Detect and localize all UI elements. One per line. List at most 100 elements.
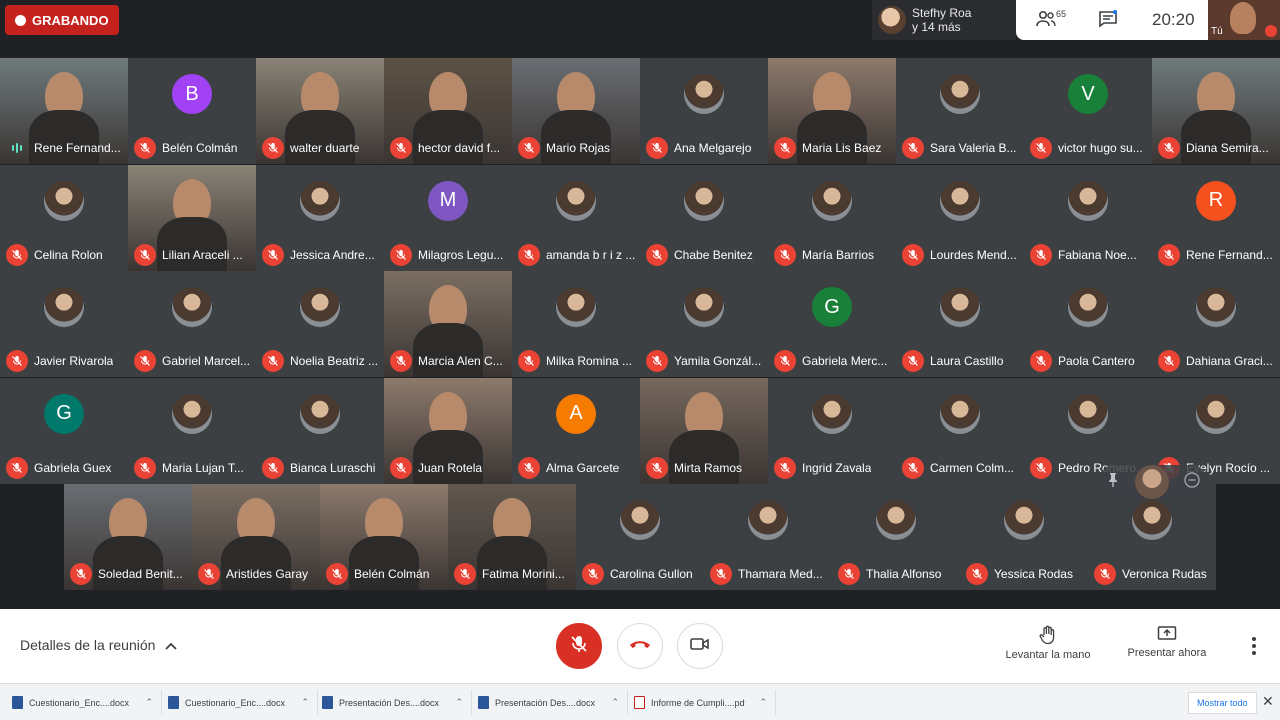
chevron-up-icon — [165, 637, 178, 653]
participant-tile[interactable]: G Gabriela Merc... — [768, 271, 896, 377]
mic-off-icon — [262, 350, 284, 372]
more-options-icon[interactable] — [1252, 637, 1258, 658]
participant-tile[interactable]: Fatima Morini... — [448, 484, 576, 590]
mic-toggle-button[interactable] — [556, 623, 602, 669]
participant-tile[interactable]: Rene Fernand... — [0, 58, 128, 164]
participant-name-row: Marcia Alen C... — [390, 350, 508, 372]
active-speakers-chip[interactable]: Stefhy Roa y 14 más — [872, 0, 1016, 40]
chevron-up-icon[interactable]: ⌃ — [759, 697, 767, 708]
mic-off-icon — [454, 563, 476, 585]
participant-tile[interactable]: Dahiana Graci... — [1152, 271, 1280, 377]
chat-icon[interactable] — [1098, 10, 1118, 33]
participant-tile[interactable]: Carolina Gullon — [576, 484, 704, 590]
participant-tile[interactable]: Maria Lis Baez — [768, 58, 896, 164]
top-bar: GRABANDO Stefhy Roa y 14 más 65 20:20 Tú — [0, 0, 1280, 58]
participant-tile[interactable]: Soledad Benit... — [64, 484, 192, 590]
participant-tile[interactable]: amanda b r i z ... — [512, 164, 640, 271]
avatar — [684, 180, 724, 221]
download-item[interactable]: Presentación Des....docx ⌃ — [478, 690, 628, 715]
participant-tile[interactable]: G Gabriela Guex — [0, 377, 128, 484]
participant-tile[interactable]: Thamara Med... — [704, 484, 832, 590]
download-item[interactable]: Informe de Cumpli....pdf ⌃ — [634, 690, 776, 715]
participant-tile[interactable]: Milka Romina ... — [512, 271, 640, 377]
participant-tile[interactable]: Ana Melgarejo — [640, 58, 768, 164]
participant-tile[interactable]: Chabe Benitez — [640, 164, 768, 271]
participant-tile[interactable]: Lourdes Mend... — [896, 164, 1024, 271]
participant-name-row: Mario Rojas — [518, 137, 636, 159]
meeting-details-button[interactable]: Detalles de la reunión — [20, 637, 178, 653]
participant-tile[interactable]: Marcia Alen C... — [384, 271, 512, 377]
raise-hand-button[interactable]: Levantar la mano — [1004, 625, 1092, 661]
participant-tile[interactable]: Bianca Luraschi — [256, 377, 384, 484]
chevron-up-icon[interactable]: ⌃ — [611, 697, 619, 708]
participant-tile[interactable]: Sara Valeria B... — [896, 58, 1024, 164]
participant-name-row: Milka Romina ... — [518, 350, 636, 372]
avatar — [1135, 465, 1169, 499]
participant-tile[interactable]: Maria Lujan T... — [128, 377, 256, 484]
participant-tile[interactable]: Diana Semira... — [1152, 58, 1280, 164]
participant-tile[interactable]: B Belén Colmán — [128, 58, 256, 164]
avatar — [300, 180, 340, 221]
participant-tile[interactable]: Fabiana Noe... — [1024, 164, 1152, 271]
mic-off-icon — [518, 350, 540, 372]
participant-name-row: Mirta Ramos — [646, 456, 764, 479]
record-dot-icon — [15, 14, 26, 26]
participant-tile[interactable]: Lilian Araceli ... — [128, 164, 256, 271]
participant-tile[interactable]: A Alma Garcete — [512, 377, 640, 484]
participant-tile[interactable]: hector david f... — [384, 58, 512, 164]
participant-tile[interactable]: walter duarte — [256, 58, 384, 164]
participant-tile[interactable]: Aristides Garay — [192, 484, 320, 590]
chevron-up-icon[interactable]: ⌃ — [301, 697, 309, 708]
participant-tile[interactable]: Mirta Ramos — [640, 377, 768, 484]
avatar — [1196, 287, 1236, 327]
participant-tile[interactable]: Yamila Gonzál... — [640, 271, 768, 377]
show-all-downloads-button[interactable]: Mostrar todo — [1188, 692, 1257, 714]
participant-tile[interactable]: Ingrid Zavala — [768, 377, 896, 484]
participant-name-row: Alma Garcete — [518, 456, 636, 479]
download-item[interactable]: Presentación Des....docx ⌃ — [322, 690, 472, 715]
chevron-up-icon[interactable]: ⌃ — [145, 697, 153, 708]
participant-tile[interactable]: Juan Rotela — [384, 377, 512, 484]
participant-tile[interactable]: Yessica Rodas — [960, 484, 1088, 590]
participant-tile[interactable]: Thalia Alfonso — [832, 484, 960, 590]
participant-tile[interactable]: Laura Castillo — [896, 271, 1024, 377]
participant-tile[interactable]: Vvictor hugo su... — [1024, 58, 1152, 164]
self-view-tile[interactable]: Tú — [1208, 0, 1280, 40]
mic-off-icon — [838, 563, 860, 585]
participant-name-row: amanda b r i z ... — [518, 243, 636, 266]
mic-off-icon — [902, 456, 924, 479]
participant-tile[interactable]: Gabriel Marcel... — [128, 271, 256, 377]
participant-tile[interactable]: Javier Rivarola — [0, 271, 128, 377]
close-icon[interactable]: ✕ — [1262, 693, 1274, 710]
participant-tile[interactable]: Noelia Beatriz ... — [256, 271, 384, 377]
participant-tile[interactable]: Jessica Andre... — [256, 164, 384, 271]
meeting-details-label: Detalles de la reunión — [20, 637, 156, 653]
participant-tile[interactable]: Carmen Colm... — [896, 377, 1024, 484]
participant-tile[interactable]: M Milagros Legu... — [384, 164, 512, 271]
present-now-button[interactable]: Presentar ahora — [1124, 625, 1210, 659]
participant-tile[interactable]: R Rene Fernand... — [1152, 164, 1280, 271]
avatar: A — [556, 393, 596, 434]
remove-icon[interactable] — [1184, 471, 1200, 493]
participant-tile[interactable]: Mario Rojas — [512, 58, 640, 164]
participant-tile[interactable]: Celina Rolon — [0, 164, 128, 271]
participant-tile[interactable]: Paola Cantero — [1024, 271, 1152, 377]
participant-name-row: Milagros Legu... — [390, 243, 508, 266]
download-item[interactable]: Cuestionario_Enc....docx ⌃ — [168, 690, 318, 715]
chevron-up-icon[interactable]: ⌃ — [455, 697, 463, 708]
present-now-label: Presentar ahora — [1127, 647, 1207, 659]
mic-off-icon — [646, 350, 668, 372]
mic-off-icon — [6, 243, 28, 266]
avatar — [940, 393, 980, 434]
participant-tile[interactable]: María Barrios — [768, 164, 896, 271]
mic-off-icon — [1030, 350, 1052, 372]
participant-tile[interactable]: Belén Colmán — [320, 484, 448, 590]
leave-call-button[interactable] — [617, 623, 663, 669]
camera-toggle-button[interactable] — [677, 623, 723, 669]
participant-name: Rene Fernand... — [34, 141, 121, 155]
pin-icon[interactable] — [1106, 472, 1120, 493]
people-icon[interactable] — [1036, 10, 1056, 33]
download-item[interactable]: Cuestionario_Enc....docx ⌃ — [12, 690, 162, 715]
participant-tile[interactable]: Veronica Rudas — [1088, 484, 1216, 590]
participant-name-row: Javier Rivarola — [6, 350, 124, 372]
